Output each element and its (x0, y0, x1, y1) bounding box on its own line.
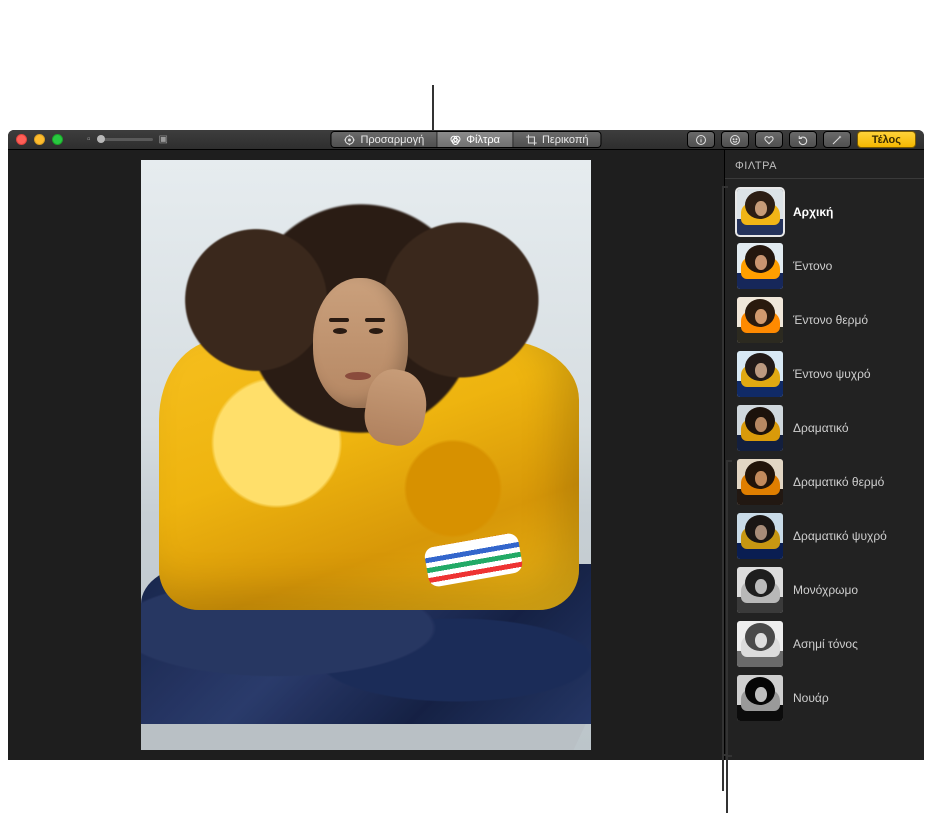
minimize-button[interactable] (34, 134, 45, 145)
filter-thumb (737, 351, 783, 397)
callout-line (722, 756, 724, 791)
callout-bracket (726, 460, 728, 757)
filter-thumb (737, 405, 783, 451)
filter-item[interactable]: Αρχική (733, 185, 920, 239)
filters-list: Αρχική Έντονο Έντονο θερμό Έντονο ψυχρό Δραμ… (725, 179, 924, 760)
filter-item[interactable]: Δραματικό θερμό (733, 455, 920, 509)
tab-filters[interactable]: Φίλτρα (437, 132, 513, 147)
done-button[interactable]: Τέλος (857, 131, 916, 148)
filter-label: Μονόχρωμο (793, 583, 858, 597)
filter-thumb (737, 243, 783, 289)
filter-label: Έντονο ψυχρό (793, 367, 871, 381)
filter-thumb (737, 675, 783, 721)
rotate-button[interactable] (789, 131, 817, 148)
titlebar: ▫ ▣ Προσαρμογή Φίλτρα Περικοπή (8, 130, 924, 150)
filter-label: Δραματικό ψυχρό (793, 529, 887, 543)
tab-crop-label: Περικοπή (542, 134, 589, 146)
filters-icon (449, 134, 461, 146)
tab-filters-label: Φίλτρα (466, 134, 500, 146)
filter-item[interactable]: Έντονο θερμό (733, 293, 920, 347)
fullscreen-button[interactable] (52, 134, 63, 145)
filter-item[interactable]: Ασημί τόνος (733, 617, 920, 671)
filter-label: Δραματικό θερμό (793, 475, 884, 489)
face-button[interactable] (721, 131, 749, 148)
crop-icon (525, 134, 537, 146)
filter-thumb (737, 459, 783, 505)
callout-line (432, 85, 434, 131)
filter-label: Αρχική (793, 205, 833, 219)
adjust-icon (343, 134, 355, 146)
info-button[interactable] (687, 131, 715, 148)
filter-item[interactable]: Δραματικό (733, 401, 920, 455)
sidebar-title: ΦΙΛΤΡΑ (725, 154, 924, 179)
filter-label: Έντονο θερμό (793, 313, 868, 327)
filter-thumb (737, 567, 783, 613)
filter-label: Έντονο (793, 259, 832, 273)
zoom-in-icon: ▣ (159, 134, 168, 145)
filter-item[interactable]: Έντονο ψυχρό (733, 347, 920, 401)
zoom-out-icon: ▫ (87, 134, 91, 145)
filter-item[interactable]: Νουάρ (733, 671, 920, 725)
filter-item[interactable]: Έντονο (733, 239, 920, 293)
callout-bracket (722, 186, 724, 756)
filter-item[interactable]: Δραματικό ψυχρό (733, 509, 920, 563)
tab-adjust-label: Προσαρμογή (360, 134, 424, 146)
filter-label: Δραματικό (793, 421, 849, 435)
zoom-slider[interactable] (97, 138, 153, 141)
autoenhance-button[interactable] (823, 131, 851, 148)
favorite-button[interactable] (755, 131, 783, 148)
photo-canvas (8, 150, 724, 760)
filter-thumb (737, 297, 783, 343)
done-label: Τέλος (872, 134, 901, 146)
edit-mode-tabs: Προσαρμογή Φίλτρα Περικοπή (330, 131, 601, 148)
toolbar-right: Τέλος (687, 131, 916, 148)
filter-thumb (737, 513, 783, 559)
filter-label: Νουάρ (793, 691, 829, 705)
zoom-control: ▫ ▣ (87, 134, 168, 145)
filter-thumb (737, 189, 783, 235)
callout-line (726, 757, 728, 813)
content-area: ΦΙΛΤΡΑ Αρχική Έντονο Έντονο θερμό Έντονο ψυ… (8, 150, 924, 760)
edited-photo[interactable] (141, 160, 591, 750)
tab-adjust[interactable]: Προσαρμογή (331, 132, 437, 147)
filter-item[interactable]: Μονόχρωμο (733, 563, 920, 617)
tab-crop[interactable]: Περικοπή (513, 132, 601, 147)
filters-sidebar: ΦΙΛΤΡΑ Αρχική Έντονο Έντονο θερμό Έντονο ψυ… (724, 150, 924, 760)
filter-label: Ασημί τόνος (793, 637, 858, 651)
window-controls (16, 134, 63, 145)
filter-thumb (737, 621, 783, 667)
close-button[interactable] (16, 134, 27, 145)
photos-edit-window: ▫ ▣ Προσαρμογή Φίλτρα Περικοπή (8, 130, 924, 760)
